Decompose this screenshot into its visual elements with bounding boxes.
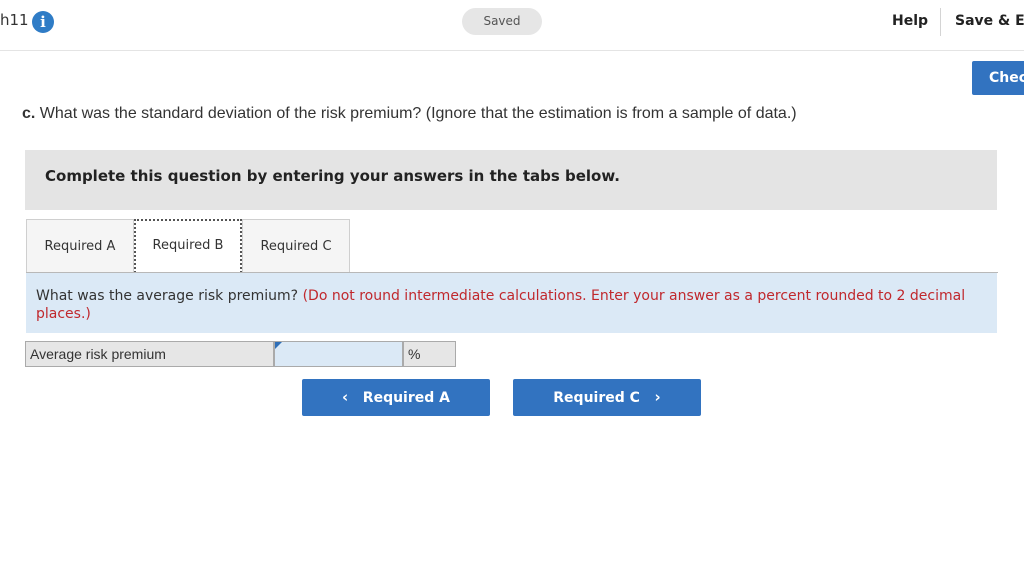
save-exit-button[interactable]: Save & Ex bbox=[955, 13, 1024, 29]
prev-button-label: Required A bbox=[362, 390, 450, 406]
next-button-label: Required C bbox=[553, 390, 640, 406]
check-my-work-button[interactable]: Chec bbox=[972, 61, 1024, 95]
next-required-c-button[interactable]: Required C › bbox=[513, 379, 701, 416]
question-prefix: c. bbox=[22, 105, 36, 122]
header-divider bbox=[940, 8, 941, 36]
tab-required-c[interactable]: Required C bbox=[242, 219, 350, 273]
percent-unit: % bbox=[403, 341, 456, 367]
chapter-label: h11 bbox=[0, 11, 29, 29]
chevron-right-icon: › bbox=[654, 388, 661, 406]
prompt-question: What was the average risk premium? bbox=[36, 288, 299, 304]
average-risk-premium-input[interactable] bbox=[274, 341, 403, 367]
question-text: c. What was the standard deviation of th… bbox=[22, 105, 797, 123]
question-body: What was the standard deviation of the r… bbox=[39, 105, 797, 122]
saved-status-badge: Saved bbox=[462, 8, 542, 35]
help-link[interactable]: Help bbox=[892, 13, 928, 29]
answer-label: Average risk premium bbox=[25, 341, 274, 367]
info-icon[interactable]: i bbox=[32, 11, 54, 33]
top-bar: h11 i Saved Help Save & Ex bbox=[0, 0, 1024, 51]
instruction-panel: Complete this question by entering your … bbox=[25, 150, 997, 210]
previous-required-a-button[interactable]: ‹ Required A bbox=[302, 379, 490, 416]
prompt-text: What was the average risk premium? (Do n… bbox=[36, 287, 986, 323]
input-marker-icon bbox=[275, 342, 282, 349]
tab-required-b[interactable]: Required B bbox=[134, 219, 242, 273]
prompt-panel: What was the average risk premium? (Do n… bbox=[26, 273, 997, 333]
chevron-left-icon: ‹ bbox=[341, 388, 349, 406]
tab-required-a[interactable]: Required A bbox=[26, 219, 134, 273]
instruction-text: Complete this question by entering your … bbox=[45, 167, 620, 185]
